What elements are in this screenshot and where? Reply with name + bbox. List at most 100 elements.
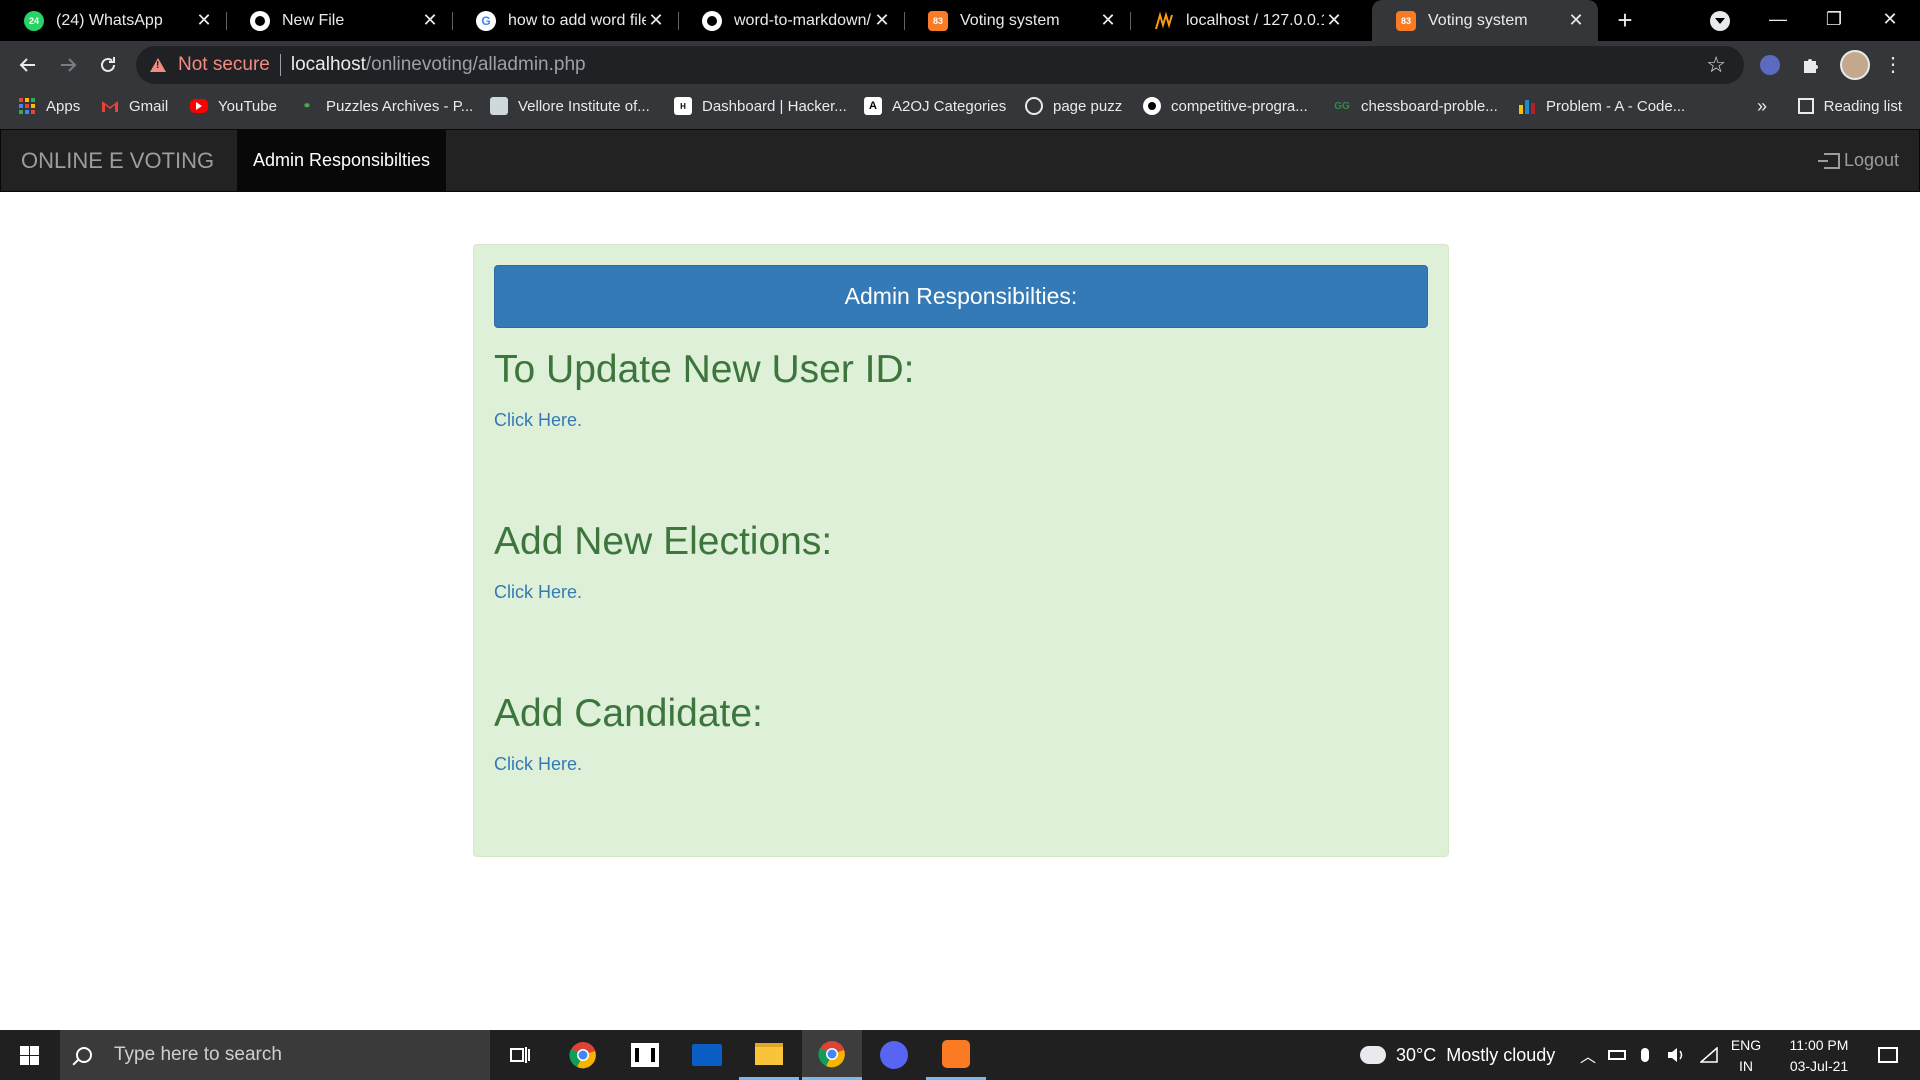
taskbar-discord[interactable] bbox=[864, 1030, 924, 1080]
taskbar-chrome[interactable] bbox=[553, 1030, 613, 1080]
forward-icon[interactable] bbox=[52, 49, 84, 81]
bookmark-apps[interactable]: Apps bbox=[18, 90, 80, 122]
restore-button[interactable]: ❐ bbox=[1806, 0, 1862, 41]
puzzle-extensions-icon[interactable] bbox=[1800, 53, 1824, 77]
tab-title: (24) WhatsApp bbox=[56, 11, 163, 29]
site-brand[interactable]: ONLINE E VOTING bbox=[21, 130, 214, 191]
more-bookmarks-button[interactable]: » bbox=[1757, 90, 1767, 122]
task-view-icon bbox=[510, 1047, 530, 1063]
taskbar-chrome-active[interactable] bbox=[802, 1030, 862, 1080]
bookmark-label: Problem - A - Code... bbox=[1546, 97, 1686, 115]
logout-label: Logout bbox=[1843, 150, 1899, 170]
task-view-button[interactable] bbox=[490, 1030, 550, 1080]
tab-close-icon[interactable]: ✕ bbox=[1324, 10, 1344, 31]
tab-new-file[interactable]: New File ✕ bbox=[226, 0, 452, 41]
new-tab-button[interactable]: + bbox=[1610, 4, 1640, 36]
tray-overflow-button[interactable]: ︿ bbox=[1580, 1030, 1596, 1080]
youtube-icon bbox=[190, 99, 208, 113]
search-icon bbox=[76, 1047, 92, 1063]
bookmark-label: Vellore Institute of... bbox=[518, 97, 650, 115]
taskbar-mail[interactable] bbox=[677, 1030, 737, 1080]
taskbar-file-explorer[interactable] bbox=[739, 1030, 799, 1080]
tab-whatsapp[interactable]: 24 (24) WhatsApp ✕ bbox=[0, 0, 226, 41]
bookmark-label: YouTube bbox=[218, 97, 277, 115]
add-candidate-link[interactable]: Click Here. bbox=[494, 754, 582, 775]
reading-list-button[interactable]: Reading list bbox=[1797, 90, 1902, 122]
chrome-icon bbox=[569, 1042, 596, 1069]
puzzles-icon: ⚭ bbox=[302, 100, 312, 112]
close-window-button[interactable]: ✕ bbox=[1862, 0, 1918, 41]
bookmark-competitive-programming[interactable]: competitive-progra... bbox=[1143, 90, 1308, 122]
github-icon bbox=[250, 10, 270, 31]
tab-phpmyadmin[interactable]: localhost / 127.0.0.1 / ✕ bbox=[1130, 0, 1356, 41]
tab-title: how to add word file i bbox=[508, 11, 646, 29]
weather-temp: 30°C bbox=[1396, 1044, 1437, 1065]
taskbar-search-box[interactable]: Type here to search bbox=[60, 1030, 490, 1080]
tab-title: Voting system bbox=[960, 11, 1060, 29]
site-navbar: ONLINE E VOTING Admin Responsibilties Lo… bbox=[0, 129, 1920, 192]
admin-panel: Admin Responsibilties: To Update New Use… bbox=[473, 244, 1449, 857]
apps-grid-icon bbox=[18, 97, 36, 115]
bookmark-label: competitive-progra... bbox=[1171, 97, 1308, 115]
bookmark-chessboard[interactable]: GG chessboard-proble... bbox=[1333, 90, 1498, 122]
url-divider bbox=[279, 54, 281, 76]
tab-close-icon[interactable]: ✕ bbox=[1566, 10, 1586, 31]
nav-admin-responsibilities[interactable]: Admin Responsibilties bbox=[237, 130, 446, 191]
back-icon[interactable] bbox=[12, 49, 44, 81]
bookmark-page-puzz[interactable]: page puzz bbox=[1025, 90, 1122, 122]
microphone-icon[interactable] bbox=[1641, 1030, 1649, 1080]
windows-taskbar: Type here to search 30°C Mostly cloudy ︿ bbox=[0, 1030, 1920, 1080]
tab-close-icon[interactable]: ✕ bbox=[872, 10, 892, 31]
logout-link[interactable]: Logout bbox=[1817, 130, 1899, 191]
xampp-icon: 83 bbox=[928, 10, 948, 31]
notification-center-button[interactable] bbox=[1868, 1030, 1908, 1080]
taskbar-clock[interactable]: 11:00 PM 03-Jul-21 bbox=[1774, 1035, 1864, 1077]
tab-close-icon[interactable]: ✕ bbox=[420, 10, 440, 31]
tab-google-search[interactable]: G how to add word file i ✕ bbox=[452, 0, 678, 41]
search-placeholder: Type here to search bbox=[114, 1044, 282, 1065]
bookmark-gmail[interactable]: Gmail bbox=[101, 90, 168, 122]
address-bar[interactable]: Not secure localhost /onlinevoting/allad… bbox=[136, 46, 1744, 84]
bookmark-label: Apps bbox=[46, 97, 81, 115]
tab-word-to-markdown[interactable]: word-to-markdown/R ✕ bbox=[678, 0, 904, 41]
clock-time: 11:00 PM bbox=[1789, 1037, 1849, 1053]
taskbar-app-dolby[interactable] bbox=[615, 1030, 675, 1080]
start-button[interactable] bbox=[0, 1030, 60, 1080]
minimize-button[interactable]: — bbox=[1750, 0, 1806, 41]
tab-voting-system-active[interactable]: 83 Voting system ✕ bbox=[1372, 0, 1598, 41]
bookmark-star-icon[interactable]: ☆ bbox=[1706, 52, 1726, 78]
tab-search-icon[interactable] bbox=[1710, 11, 1730, 31]
bookmark-hackerrank[interactable]: H Dashboard | Hacker... bbox=[674, 90, 847, 122]
extension-icon[interactable] bbox=[1760, 55, 1780, 75]
bookmark-youtube[interactable]: YouTube bbox=[190, 90, 277, 122]
reload-icon[interactable] bbox=[92, 49, 124, 81]
tab-voting-system[interactable]: 83 Voting system ✕ bbox=[904, 0, 1130, 41]
bookmark-a2oj[interactable]: A A2OJ Categories bbox=[864, 90, 1006, 122]
browser-toolbar: Not secure localhost /onlinevoting/allad… bbox=[0, 41, 1920, 90]
weather-widget[interactable]: 30°C Mostly cloudy bbox=[1360, 1030, 1555, 1080]
volume-icon[interactable] bbox=[1667, 1030, 1687, 1080]
bookmark-vit[interactable]: Vellore Institute of... bbox=[490, 90, 650, 122]
clock-date: 03-Jul-21 bbox=[1789, 1058, 1849, 1074]
battery-icon[interactable] bbox=[1608, 1030, 1626, 1080]
mail-icon bbox=[692, 1044, 722, 1066]
language-indicator[interactable]: ENG IN bbox=[1726, 1035, 1766, 1077]
bookmark-label: Gmail bbox=[129, 97, 169, 115]
profile-avatar[interactable] bbox=[1840, 50, 1870, 80]
section-title-update-user: To Update New User ID: bbox=[494, 348, 915, 391]
wifi-icon[interactable] bbox=[1700, 1030, 1718, 1080]
tab-close-icon[interactable]: ✕ bbox=[194, 10, 214, 31]
tab-close-icon[interactable]: ✕ bbox=[646, 10, 666, 31]
bookmark-codeforces[interactable]: Problem - A - Code... bbox=[1518, 90, 1685, 122]
bookmark-puzzles[interactable]: ⚭ Puzzles Archives - P... bbox=[298, 90, 474, 122]
reading-list-icon bbox=[1797, 98, 1814, 114]
update-user-link[interactable]: Click Here. bbox=[494, 410, 582, 431]
bookmarks-bar: Apps Gmail YouTube ⚭ Puzzles Archives - … bbox=[0, 90, 1920, 129]
menu-kebab-icon[interactable]: ⋮ bbox=[1883, 51, 1903, 79]
taskbar-xampp[interactable] bbox=[926, 1030, 986, 1080]
chevron-up-icon: ︿ bbox=[1580, 1049, 1597, 1066]
security-status[interactable]: Not secure bbox=[178, 54, 270, 76]
google-icon: G bbox=[476, 10, 496, 31]
add-elections-link[interactable]: Click Here. bbox=[494, 582, 582, 603]
tab-close-icon[interactable]: ✕ bbox=[1098, 10, 1118, 31]
